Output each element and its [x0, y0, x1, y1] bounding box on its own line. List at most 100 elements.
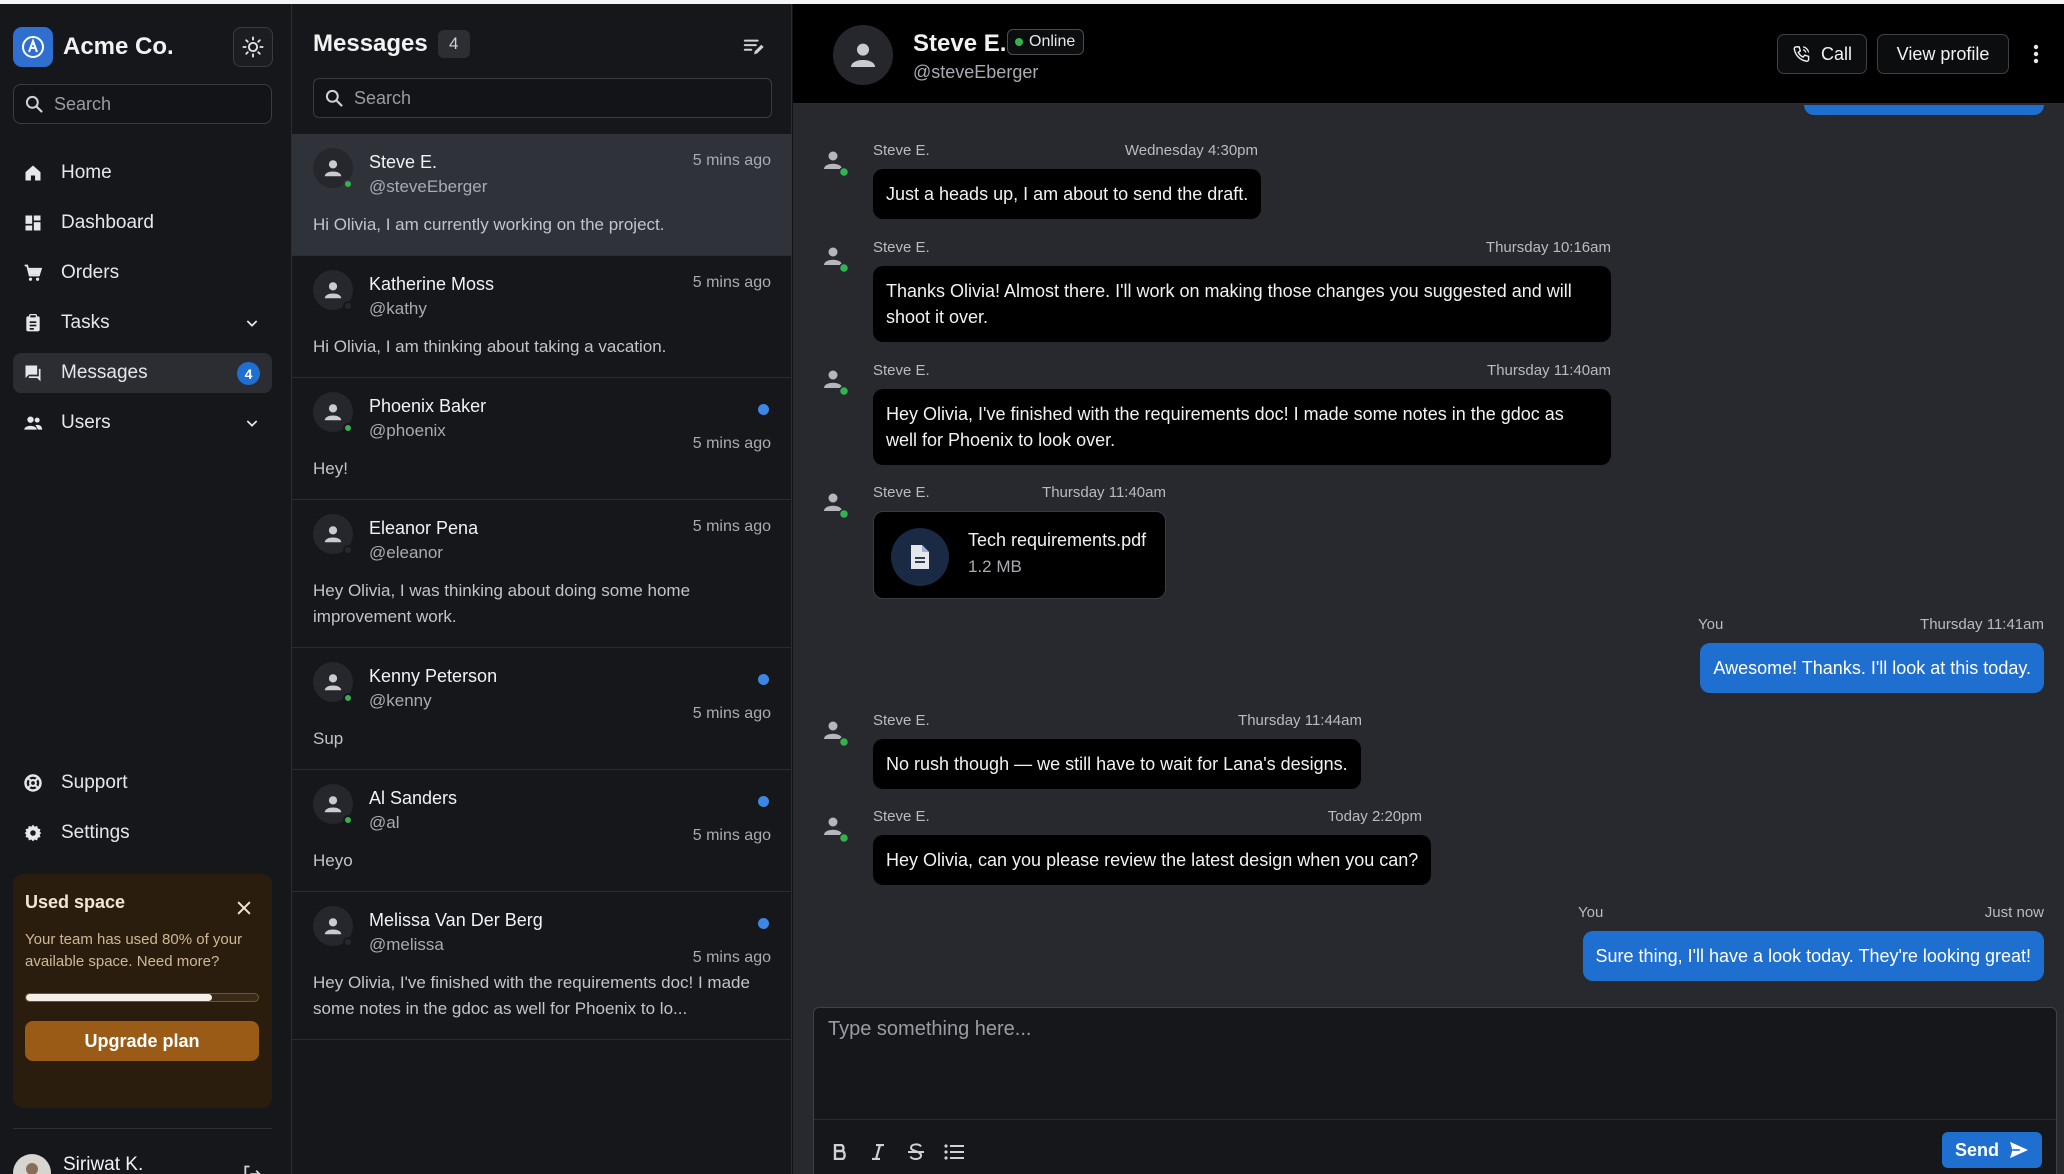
call-button-label: Call: [1820, 43, 1852, 64]
sidebar-item-orders[interactable]: Orders: [13, 253, 272, 293]
conversation-handle: @al: [369, 813, 400, 832]
italic-button[interactable]: [862, 1136, 894, 1168]
sidebar-item-support[interactable]: Support: [13, 763, 272, 803]
message-sender: Steve E.: [873, 362, 930, 379]
bold-button[interactable]: [824, 1136, 856, 1168]
more-options-icon[interactable]: [2033, 44, 2039, 64]
conversation-time: 5 mins ago: [692, 152, 771, 169]
conversation-item[interactable]: Katherine Moss @kathy 5 mins ago Hi Oliv…: [292, 256, 792, 378]
sidebar-item-label: Tasks: [61, 312, 110, 333]
message-meta: Steve E. Today 2:20pm: [873, 808, 1422, 825]
conversation-time: 5 mins ago: [692, 827, 771, 844]
cart-icon: [24, 264, 43, 281]
conversation-item[interactable]: Melissa Van Der Berg @melissa 5 mins ago…: [292, 892, 792, 1040]
chat-icon: [25, 365, 41, 382]
send-button-label: Send: [1954, 1139, 1999, 1160]
message-bubble: Awesome! Thanks. I'll look at this today…: [1700, 643, 2044, 693]
sidebar-item-users[interactable]: Users: [13, 403, 272, 443]
send-button[interactable]: Send: [1942, 1132, 2042, 1168]
message-bubble-clipped: [1804, 105, 2044, 115]
message-bubble: Thanks Olivia! Almost there. I'll work o…: [873, 266, 1611, 342]
file-attachment[interactable]: Tech requirements.pdf 1.2 MB: [873, 511, 1166, 599]
conversation-handle: @kathy: [369, 299, 427, 318]
support-icon: [24, 774, 42, 792]
conversation-item[interactable]: Eleanor Pena @eleanor 5 mins ago Hey Oli…: [292, 500, 792, 648]
used-space-card: Used space Your team has used 80% of you…: [13, 874, 272, 1108]
person-icon: [324, 282, 342, 299]
conversation-handle: @kenny: [369, 691, 432, 710]
conversation-preview: Hey Olivia, I was thinking about doing s…: [313, 581, 691, 626]
chat-contact-handle: @steveEberger: [913, 62, 1039, 82]
conversation-item[interactable]: Phoenix Baker @phoenix 5 mins ago Hey!: [292, 378, 792, 500]
message-bubble: Sure thing, I'll have a look today. They…: [1582, 931, 2044, 981]
compose-icon[interactable]: [743, 36, 765, 58]
conversation-name: Al Sanders: [369, 788, 458, 808]
users-icon: [24, 416, 43, 430]
conversation-name: Kenny Peterson: [369, 666, 498, 686]
upgrade-plan-button[interactable]: Upgrade plan: [25, 1021, 259, 1061]
sidebar-item-label: Settings: [61, 822, 130, 843]
message-sender: Steve E.: [873, 712, 930, 729]
document-icon: [891, 528, 949, 586]
send-icon: [2010, 1141, 2028, 1159]
sidebar-search-field[interactable]: [13, 84, 272, 124]
messages-count-badge: 4: [437, 30, 470, 58]
conversation-handle: @steveEberger: [369, 177, 488, 196]
theme-toggle-button[interactable]: [233, 27, 273, 67]
bullet-list-button[interactable]: [938, 1136, 970, 1168]
sidebar-item-label: Home: [61, 162, 112, 183]
sidebar-search-input[interactable]: [54, 93, 254, 115]
message-sender: You: [1578, 904, 1604, 921]
sender-avatar: [824, 721, 850, 747]
message-meta: Steve E. Thursday 11:44am: [873, 712, 1362, 729]
sidebar-item-home[interactable]: Home: [13, 153, 272, 193]
sun-icon: [242, 36, 264, 58]
strikethrough-button[interactable]: [900, 1136, 932, 1168]
italic-icon: [872, 1144, 884, 1160]
user-name: Siriwat K.: [63, 1154, 144, 1174]
message-bubble: No rush though — we still have to wait f…: [873, 739, 1361, 789]
online-status-dot: [343, 815, 353, 825]
message-bubble: Hey Olivia, can you please review the la…: [873, 835, 1432, 885]
sidebar-item-label: Dashboard: [61, 212, 154, 233]
call-button[interactable]: Call: [1777, 34, 1867, 74]
conversation-preview: Hey Olivia, I've finished with the requi…: [313, 973, 750, 1018]
conversation-item[interactable]: Steve E. @steveEberger 5 mins ago Hi Oli…: [292, 134, 792, 256]
clipboard-icon: [26, 314, 40, 332]
conversation-time: 5 mins ago: [692, 518, 771, 535]
logout-icon[interactable]: [242, 1164, 262, 1174]
messages-search-input[interactable]: [354, 87, 554, 109]
unread-dot: [758, 404, 769, 415]
sidebar-item-tasks[interactable]: Tasks: [13, 303, 272, 343]
home-icon: [25, 165, 41, 181]
message-time: Thursday 11:44am: [1238, 712, 1362, 729]
sidebar-item-messages[interactable]: Messages 4: [13, 353, 272, 393]
used-space-text: Your team has used 80% of your available…: [25, 931, 243, 970]
view-profile-button[interactable]: View profile: [1877, 34, 2009, 74]
sidebar-item-dashboard[interactable]: Dashboard: [13, 203, 272, 243]
chat-contact-name: Steve E.: [913, 30, 1007, 57]
conversation-preview: Sup: [313, 729, 344, 748]
sender-avatar: [824, 817, 850, 843]
sidebar-item-settings[interactable]: Settings: [13, 813, 272, 853]
message-time: Thursday 11:40am: [1487, 362, 1611, 379]
messages-search-field[interactable]: [313, 78, 772, 118]
message-input[interactable]: [828, 1018, 2028, 1088]
avatar: [13, 1154, 51, 1174]
person-icon: [324, 526, 342, 543]
current-user: Siriwat K.: [13, 1148, 272, 1174]
used-space-title: Used space: [25, 892, 126, 912]
conversation-time: 5 mins ago: [692, 705, 771, 722]
list-icon: [944, 1144, 964, 1160]
conversation-item[interactable]: Kenny Peterson @kenny 5 mins ago Sup: [292, 648, 792, 770]
conversation-time: 5 mins ago: [692, 949, 771, 966]
message-thread: Steve E. Wednesday 4:30pm Just a heads u…: [793, 105, 2064, 1007]
unread-dot: [758, 796, 769, 807]
messages-list-header: Messages 4: [313, 30, 470, 58]
sidebar-item-label: Orders: [61, 262, 120, 283]
conversation-item[interactable]: Al Sanders @al 5 mins ago Heyo: [292, 770, 792, 892]
message-time: Wednesday 4:30pm: [1124, 142, 1258, 159]
brand-logo-icon: [13, 27, 53, 67]
close-icon[interactable]: [236, 900, 252, 916]
status-badge: Online: [1007, 29, 1085, 55]
